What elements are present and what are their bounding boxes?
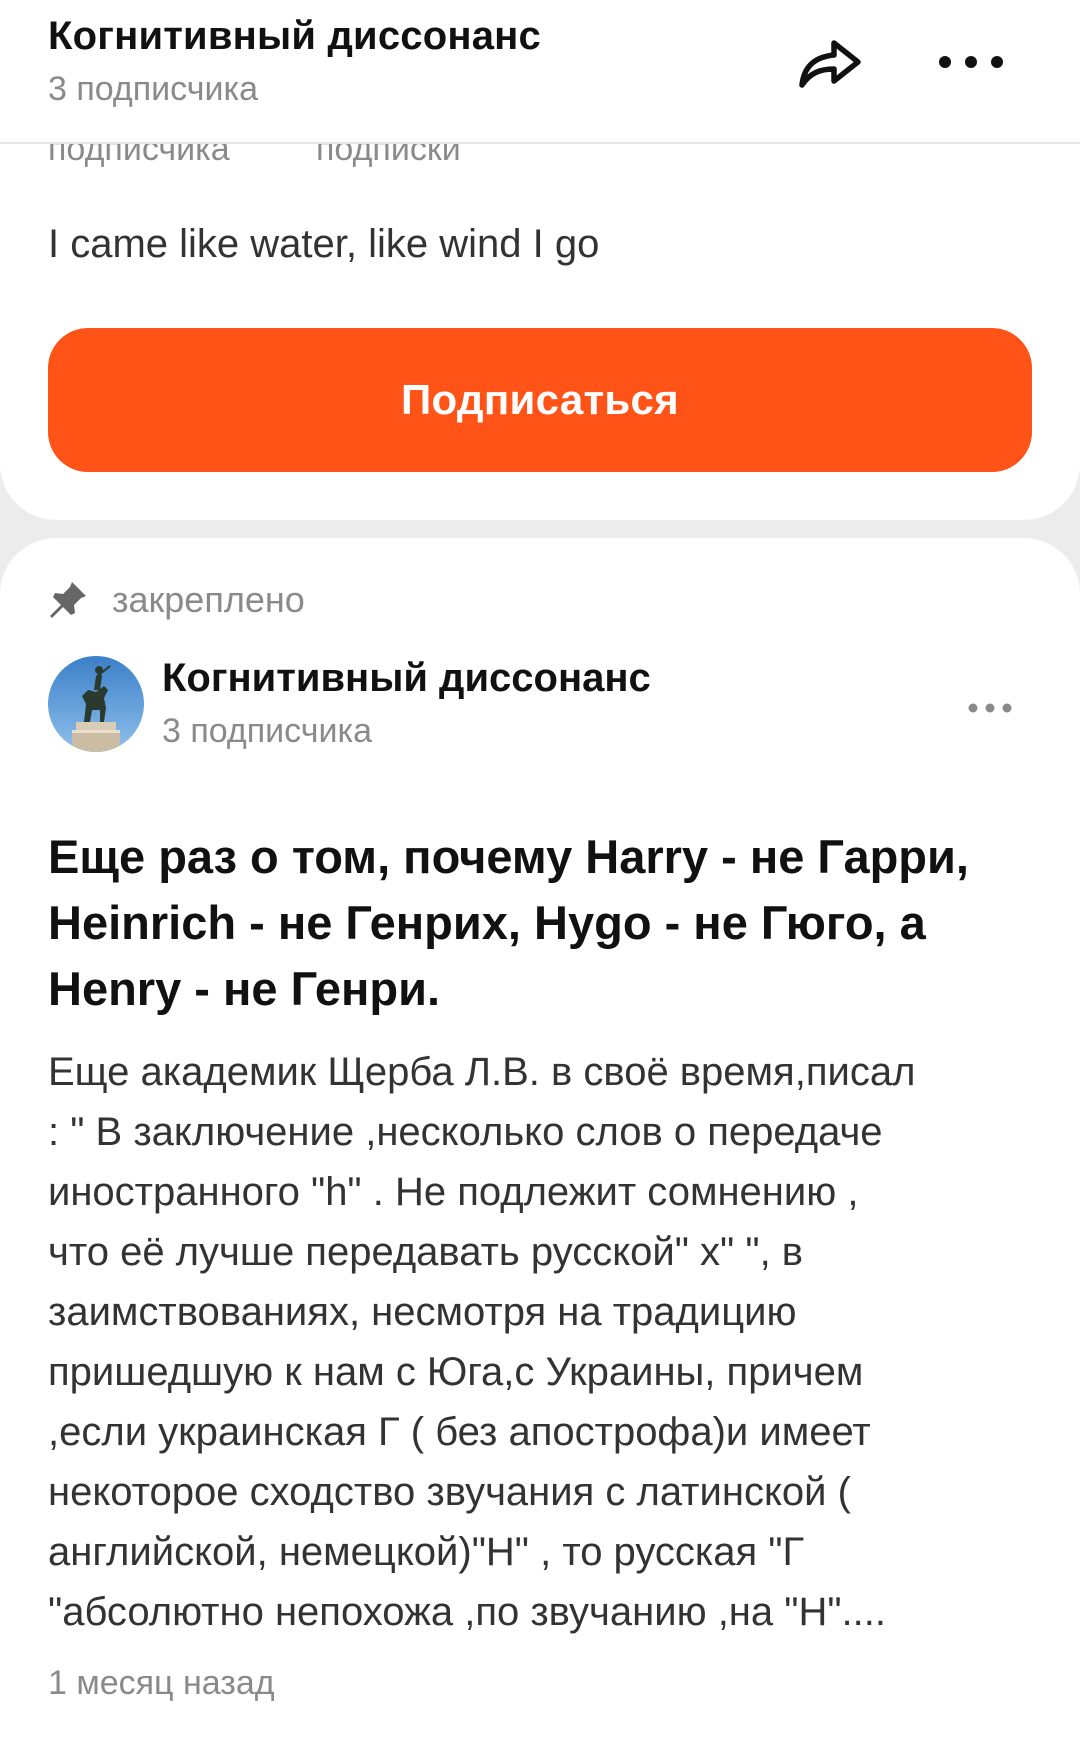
post-body-line: что её лучше передавать русской" х" ", в	[48, 1230, 804, 1274]
post-body-line: иностранного "h" . Не подлежит сомнению …	[48, 1170, 859, 1214]
more-horizontal-icon	[939, 56, 1003, 68]
more-button[interactable]	[928, 22, 1014, 102]
channel-bio: I came like water, like wind I go	[48, 222, 600, 266]
pinned-label: закреплено	[112, 579, 305, 620]
channel-subscribers: 3 подписчика	[48, 70, 259, 108]
post-timestamp: 1 месяц назад	[48, 1664, 275, 1702]
post-body-line: ,если украинская Г ( без апострофа)и име…	[48, 1410, 871, 1454]
post-title[interactable]: Еще раз о том, почему Harry - не Гарри, …	[48, 824, 1038, 1022]
pinned-indicator: закреплено	[48, 578, 305, 622]
post-body-line: английской, немецкой)"Н" , то русская "Г	[48, 1530, 805, 1574]
post-body-line: "абсолютно непохожа ,по звучанию ,на "Н"…	[48, 1590, 886, 1634]
stat-subscriptions-label[interactable]: подписки	[316, 142, 461, 169]
post-author-subscribers: 3 подписчика	[162, 712, 373, 750]
channel-page: Когнитивный диссонанс 3 подписчика подпи…	[0, 0, 1080, 1741]
post-card[interactable]: закреплено Когнитивный диссонанс 3 подпи…	[0, 538, 1080, 1741]
post-author-name[interactable]: Когнитивный диссонанс	[162, 656, 651, 701]
pin-icon	[50, 582, 86, 618]
share-arrow-icon	[799, 40, 861, 88]
post-body-line: заимствованиях, несмотря на традицию	[48, 1290, 797, 1334]
post-more-button[interactable]	[960, 688, 1020, 728]
avatar[interactable]	[48, 656, 144, 752]
subscribe-button[interactable]: Подписаться	[48, 328, 1032, 472]
channel-title: Когнитивный диссонанс	[48, 14, 541, 58]
post-body-line: : " В заключение ,несколько слов о перед…	[48, 1110, 883, 1154]
top-bar: Когнитивный диссонанс 3 подписчика	[0, 0, 1080, 144]
post-body[interactable]: Еще академик Щерба Л.В. в своё время,пис…	[48, 1042, 1048, 1642]
post-body-line: пришедшую к нам с Юга,с Украины, причем	[48, 1350, 864, 1394]
stat-subscribers-label[interactable]: подписчика	[48, 142, 230, 169]
profile-card: подписчика подписки I came like water, l…	[0, 142, 1080, 520]
post-body-line: Еще академик Щерба Л.В. в своё время,пис…	[48, 1050, 916, 1094]
post-body-line: некоторое сходство звучания с латинской …	[48, 1470, 851, 1514]
more-horizontal-icon	[968, 703, 1012, 713]
share-button[interactable]	[786, 22, 872, 102]
equestrian-statue-avatar	[48, 656, 144, 752]
